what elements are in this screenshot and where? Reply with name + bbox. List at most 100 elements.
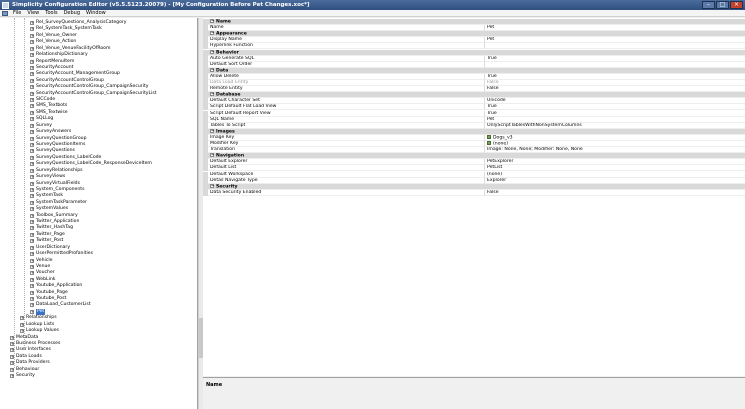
tree-item-table[interactable]: + Vehicle xyxy=(30,258,52,264)
property-row[interactable]: Script Default Flat Load View True xyxy=(203,104,745,111)
expand-toggle-icon[interactable]: + xyxy=(30,245,34,250)
tree-item-table[interactable]: + SurveyQuestionGroup xyxy=(30,136,87,142)
property-row[interactable]: Data Load Entity False xyxy=(203,80,745,86)
expand-toggle-icon[interactable]: + xyxy=(30,21,34,25)
configuration-tree[interactable]: + Rel_SurveyQuestions_AnalysisCategory + Re… xyxy=(0,18,198,409)
expand-toggle-icon[interactable]: + xyxy=(30,117,34,122)
tree-item-table[interactable]: + SecurityAccount_ManagementGroup xyxy=(30,71,120,77)
expand-toggle-icon[interactable]: + xyxy=(30,46,34,51)
expand-toggle-icon[interactable]: + xyxy=(30,226,34,231)
expand-toggle-icon[interactable]: + xyxy=(30,297,34,302)
property-row[interactable]: Image Key Dogs_v3 xyxy=(203,134,745,141)
close-button[interactable]: × xyxy=(730,1,743,9)
expand-toggle-icon[interactable]: + xyxy=(30,91,34,96)
expand-toggle-icon[interactable]: + xyxy=(30,271,34,276)
property-row[interactable]: Script Default Report View True xyxy=(203,110,745,117)
expand-toggle-icon[interactable]: + xyxy=(30,155,34,160)
menu-debug[interactable]: Debug xyxy=(61,10,83,17)
property-value[interactable]: Explorer xyxy=(485,178,745,184)
tree-item-table[interactable]: + Toolbox_Summary xyxy=(30,213,78,219)
property-category[interactable]: − Database xyxy=(203,92,745,99)
expand-toggle-icon[interactable]: + xyxy=(30,85,34,90)
property-value[interactable]: True xyxy=(485,74,745,80)
expand-toggle-icon[interactable]: + xyxy=(30,200,34,205)
expand-toggle-icon[interactable]: + xyxy=(30,168,34,173)
property-value[interactable]: Image: None, None; Modifier: None, None xyxy=(485,147,745,154)
property-value[interactable]: OnlyScriptTablesWithNonSystemColumns xyxy=(485,123,745,129)
property-value[interactable]: PetList xyxy=(485,165,745,172)
property-category[interactable]: − Images xyxy=(203,128,745,135)
tree-item-table[interactable]: + Pet xyxy=(30,308,46,315)
tree-item-table[interactable]: + SecurityAccountControlGroup_CampaignSec… xyxy=(30,91,157,97)
tree-item-table[interactable]: + SurveyViews xyxy=(30,174,65,180)
tree-item-table[interactable]: + Rel_Venue_VenueFacilityOfRoom xyxy=(30,46,110,52)
menu-file[interactable]: File xyxy=(10,10,24,17)
tree-item-group[interactable]: + Relationships xyxy=(20,315,57,321)
property-value[interactable]: False xyxy=(485,80,745,86)
property-row[interactable]: Default Character Set Unicode xyxy=(203,98,745,105)
expand-toggle-icon[interactable]: + xyxy=(10,342,14,346)
tree-item-table[interactable]: + SurveyQuestions_LabelCode_ResponseDevic… xyxy=(30,161,152,167)
expand-toggle-icon[interactable]: + xyxy=(30,239,34,244)
tree-item-table[interactable]: + Rel_SystemTask_SystemTask xyxy=(30,26,102,32)
menu-window[interactable]: Window xyxy=(83,10,109,17)
property-value[interactable]: PetExplorer xyxy=(485,159,745,166)
minimize-button[interactable]: – xyxy=(702,1,715,9)
expand-toggle-icon[interactable]: + xyxy=(30,72,34,77)
expand-toggle-icon[interactable]: + xyxy=(30,104,34,109)
property-category[interactable]: − Name xyxy=(203,19,745,25)
tree-item-table[interactable]: + SurveyRelationships xyxy=(30,168,83,174)
tree-item-root[interactable]: + Security xyxy=(10,373,35,379)
property-value[interactable]: False xyxy=(485,190,745,196)
tree-item-table[interactable]: + SystemTaskParameter xyxy=(30,200,87,206)
property-row[interactable]: Hyperlink Function xyxy=(203,43,745,50)
property-row[interactable]: Name Pet xyxy=(203,25,745,32)
property-value[interactable]: Unicode xyxy=(485,98,745,105)
property-value[interactable]: Dogs_v3 xyxy=(485,134,745,141)
tree-item-group[interactable]: + Lookup Lists xyxy=(20,322,54,328)
expand-toggle-icon[interactable]: + xyxy=(30,98,34,103)
expand-toggle-icon[interactable]: + xyxy=(10,335,14,340)
tree-item-table[interactable]: + SurveyQuestions xyxy=(30,148,75,154)
tree-item-table[interactable]: + SurveyVirtualFields xyxy=(30,181,80,187)
collapse-icon[interactable]: − xyxy=(210,31,214,36)
expand-toggle-icon[interactable]: + xyxy=(30,27,34,32)
property-row[interactable]: Data Security Enabled False xyxy=(203,189,745,196)
tree-item-table[interactable]: + SurveyQuestions_LabelCode xyxy=(30,155,101,161)
tree-item-table[interactable]: + SMS_Textbots xyxy=(30,103,67,109)
property-row[interactable]: Detail Navigate Type Explorer xyxy=(203,177,745,184)
tree-item-group[interactable]: + Lookup Values xyxy=(20,328,59,334)
expand-toggle-icon[interactable]: + xyxy=(10,367,14,372)
expand-toggle-icon[interactable]: + xyxy=(10,361,14,366)
expand-toggle-icon[interactable]: + xyxy=(30,40,34,45)
tree-item-table[interactable]: + Rel_Venue_Action xyxy=(30,39,76,45)
tree-item-table[interactable]: + UserPermittedProfanities xyxy=(30,251,93,257)
expand-toggle-icon[interactable]: + xyxy=(30,277,34,282)
expand-toggle-icon[interactable]: + xyxy=(30,232,34,237)
tree-item-root[interactable]: + Behaviour xyxy=(10,367,39,373)
expand-toggle-icon[interactable]: + xyxy=(30,65,34,70)
tree-item-table[interactable]: + WebLink xyxy=(30,277,55,283)
expand-toggle-icon[interactable]: + xyxy=(30,110,34,115)
expand-toggle-icon[interactable]: + xyxy=(30,290,34,295)
expand-toggle-icon[interactable]: + xyxy=(30,162,34,167)
expand-toggle-icon[interactable]: + xyxy=(30,207,34,212)
expand-toggle-icon[interactable]: + xyxy=(30,220,34,225)
expand-toggle-icon[interactable]: + xyxy=(10,374,14,379)
property-category[interactable]: − Appearance xyxy=(203,31,745,38)
collapse-icon[interactable]: − xyxy=(210,128,214,133)
expand-toggle-icon[interactable]: + xyxy=(30,130,34,135)
expand-toggle-icon[interactable]: + xyxy=(30,142,34,147)
property-value[interactable]: Pet xyxy=(485,117,745,123)
property-row[interactable]: Modifier Key (none) xyxy=(203,141,745,147)
property-grid[interactable]: − Name Name Pet − Appearance Display Name Pet Hy… xyxy=(203,18,745,376)
property-row[interactable]: Default List PetList xyxy=(203,165,745,172)
expand-toggle-icon[interactable]: + xyxy=(30,187,34,192)
property-row[interactable]: Auto Generate SQL True xyxy=(203,55,745,62)
property-row[interactable]: Default Explorer PetExplorer xyxy=(203,159,745,166)
tree-item-table[interactable]: + SystemValues xyxy=(30,206,68,212)
expand-toggle-icon[interactable]: + xyxy=(30,175,34,180)
expand-toggle-icon[interactable]: + xyxy=(30,59,34,64)
expand-toggle-icon[interactable]: + xyxy=(20,322,24,327)
property-value[interactable]: True xyxy=(485,111,745,117)
